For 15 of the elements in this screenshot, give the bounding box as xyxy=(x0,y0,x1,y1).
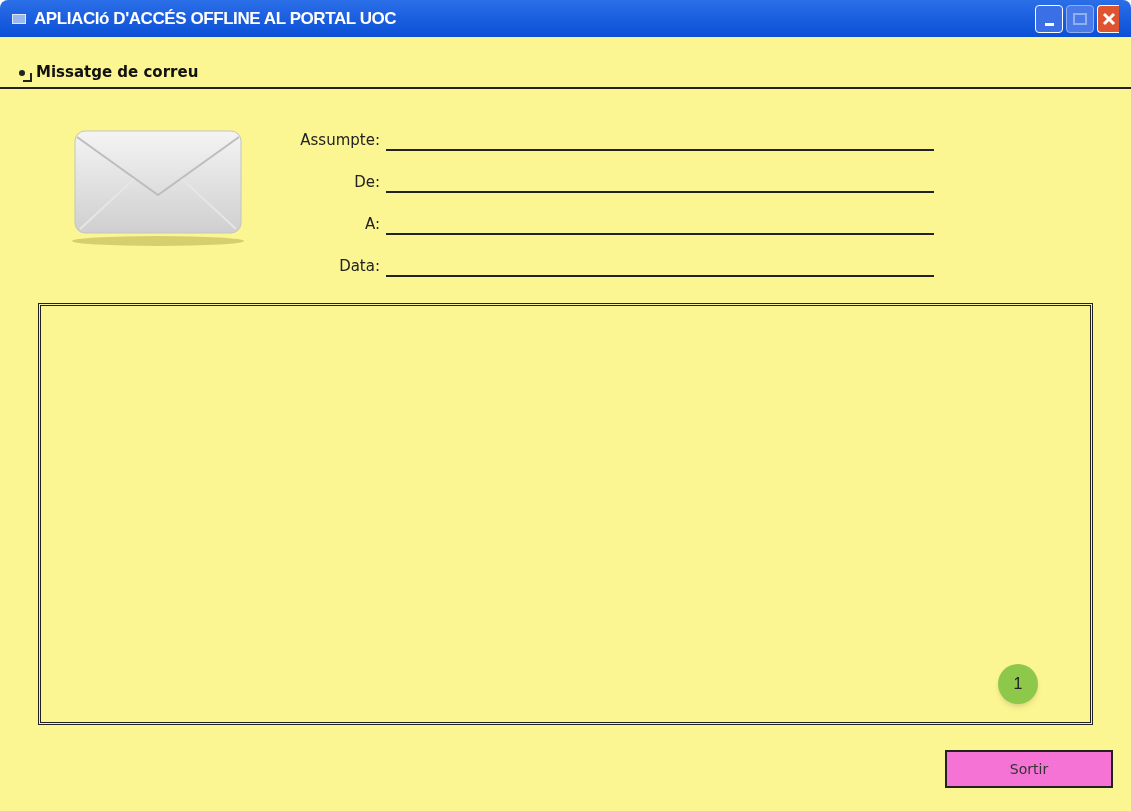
minimize-button[interactable] xyxy=(1035,4,1063,33)
field-label: De: xyxy=(353,171,381,193)
field-label: Assumpte: xyxy=(299,129,381,151)
exit-button[interactable]: Sortir xyxy=(945,750,1113,788)
close-icon xyxy=(1101,11,1116,26)
message-text-area[interactable]: 1 xyxy=(38,303,1093,725)
bullet-icon xyxy=(18,69,32,83)
window-title: APLIACIó D'ACCÉS OFFLINE AL PORTAL UOC xyxy=(34,7,397,30)
callout-badge: 1 xyxy=(998,664,1038,704)
close-button[interactable] xyxy=(1097,4,1119,33)
window-icon xyxy=(12,13,26,24)
field-label: A: xyxy=(363,213,381,235)
section-title: Missatge de correu xyxy=(36,61,199,83)
field-label: Data: xyxy=(338,255,381,277)
envelope-icon xyxy=(72,129,244,249)
